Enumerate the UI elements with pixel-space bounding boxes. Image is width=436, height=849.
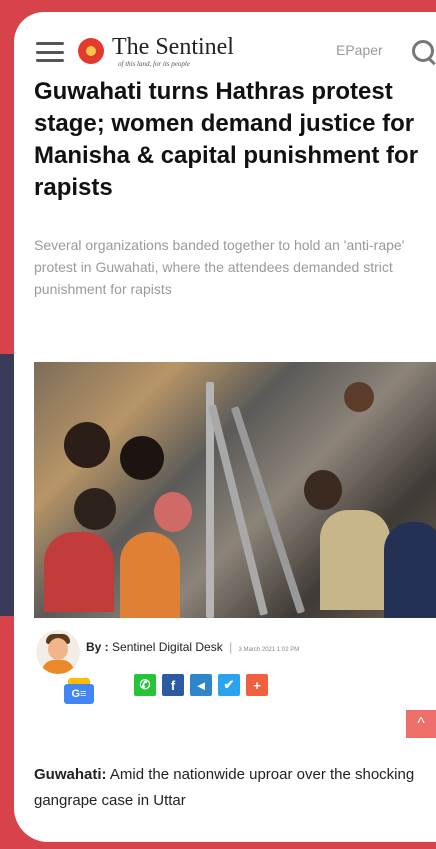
whatsapp-share-button[interactable]: ✆: [134, 674, 156, 696]
author-avatar: [36, 630, 80, 674]
phone-screen: The Sentinel of this land, for its peopl…: [14, 12, 436, 842]
telegram-share-button[interactable]: ◄: [190, 674, 212, 696]
share-buttons: ✆ f ◄ ✔ +: [134, 674, 268, 696]
body-dateline: Guwahati:: [34, 766, 107, 783]
search-icon[interactable]: [412, 40, 434, 62]
article-byline: By : Sentinel Digital Desk | 3 March 202…: [86, 640, 299, 654]
site-brand[interactable]: The Sentinel: [112, 34, 234, 61]
google-news-icon[interactable]: G≡: [64, 678, 94, 704]
article-photo: [34, 362, 436, 618]
back-to-top-button[interactable]: ^: [406, 710, 436, 738]
sentinel-logo-icon: [78, 38, 104, 64]
byline-separator: |: [229, 640, 233, 654]
article-summary: Several organizations banded together to…: [34, 237, 405, 297]
article-headline: Guwahati turns Hathras protest stage; wo…: [34, 78, 419, 201]
publish-date: 3 March 2021 1:02 PM: [238, 647, 300, 653]
twitter-share-button[interactable]: ✔: [218, 674, 240, 696]
facebook-share-button[interactable]: f: [162, 674, 184, 696]
author-link[interactable]: Sentinel Digital Desk: [112, 640, 223, 654]
more-share-button[interactable]: +: [246, 674, 268, 696]
byline-prefix: By :: [86, 640, 109, 654]
background-strip: [0, 354, 14, 616]
site-tagline: of this land, for its people: [118, 60, 190, 68]
article-body: Guwahati: Amid the nationwide uproar ove…: [34, 762, 434, 814]
google-news-label: G≡: [64, 684, 94, 704]
epaper-link[interactable]: EPaper: [336, 42, 383, 58]
site-header: The Sentinel of this land, for its peopl…: [14, 30, 436, 74]
menu-icon[interactable]: [36, 42, 64, 62]
